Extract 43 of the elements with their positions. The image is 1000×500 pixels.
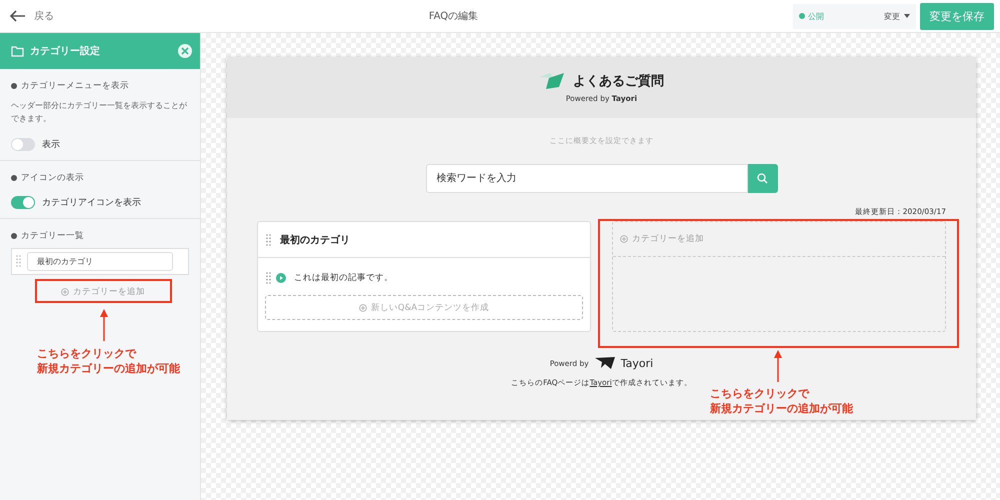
- category-title: 最初のカテゴリ: [280, 233, 350, 246]
- search-button[interactable]: [748, 164, 778, 193]
- search-field[interactable]: 検索ワードを入力: [426, 164, 748, 193]
- arrow: [774, 350, 782, 382]
- arrow: [100, 309, 108, 341]
- play-icon: [276, 273, 286, 283]
- page-title: FAQの編集: [428, 10, 480, 23]
- plus-circle-icon: [61, 288, 69, 296]
- toggle-label: カテゴリアイコンを表示: [42, 196, 141, 209]
- plus-circle-icon: [358, 304, 367, 312]
- back-button[interactable]: 戻る: [10, 9, 54, 23]
- search-icon: [757, 173, 768, 184]
- add-category-button[interactable]: カテゴリーを追加: [35, 280, 171, 303]
- toggle-label: 表示: [42, 138, 60, 151]
- close-icon: [181, 47, 189, 55]
- sidebar-title: カテゴリー設定: [30, 44, 101, 58]
- add-category-button[interactable]: カテゴリーを追加: [613, 222, 945, 257]
- section-heading: アイコンの表示: [11, 172, 189, 184]
- save-button[interactable]: 変更を保存: [920, 2, 994, 30]
- close-button[interactable]: [178, 44, 192, 58]
- logo-icon: [594, 356, 616, 370]
- drag-handle-icon[interactable]: [16, 255, 21, 268]
- drag-handle-icon[interactable]: [266, 272, 271, 284]
- change-label: 変更: [884, 10, 900, 22]
- section-heading: カテゴリーメニューを表示: [11, 80, 189, 92]
- section-heading: カテゴリー一覧: [11, 230, 189, 242]
- annotation-text: こちらをクリックで 新規カテゴリーの追加が可能: [37, 347, 180, 377]
- toggle-switch[interactable]: [11, 196, 35, 209]
- back-arrow-icon: [10, 10, 26, 22]
- new-qa-button[interactable]: 新しいQ&Aコンテンツを作成: [265, 295, 583, 320]
- plus-circle-icon: [620, 235, 628, 243]
- status-dropdown[interactable]: 公開 変更: [793, 4, 916, 28]
- caret-icon: [904, 14, 910, 18]
- category-name-field[interactable]: 最初のカテゴリ: [27, 252, 173, 271]
- faq-title: よくあるご質問: [573, 72, 664, 90]
- drag-handle-icon[interactable]: [266, 234, 271, 246]
- article-link[interactable]: これは最初の記事です。: [294, 272, 393, 284]
- logo-icon: [539, 72, 565, 90]
- section-description: ヘッダー部分にカテゴリー一覧を表示することができます。: [11, 100, 188, 125]
- toggle-switch[interactable]: [11, 138, 35, 151]
- folder-icon: [11, 46, 24, 56]
- brand-name: Tayori: [620, 356, 654, 370]
- annotation-text: こちらをクリックで 新規カテゴリーの追加が可能: [710, 387, 853, 417]
